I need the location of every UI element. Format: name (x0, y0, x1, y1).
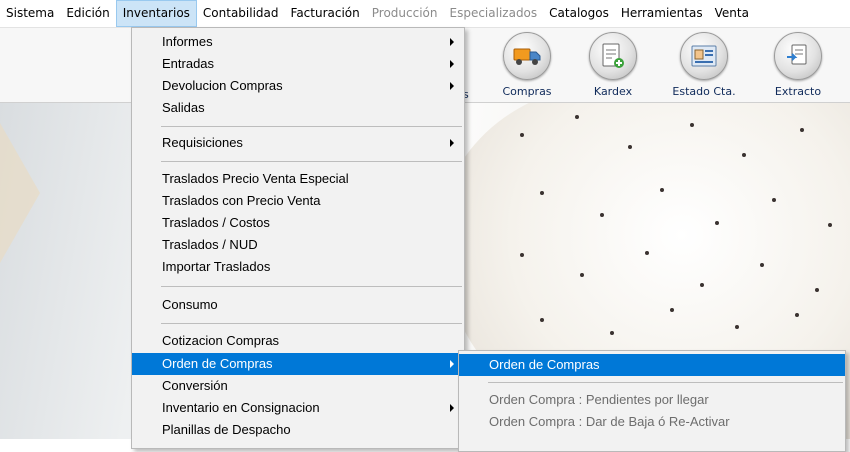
submenu-item-orden-de-compras[interactable]: Orden de Compras (459, 354, 845, 376)
menu-facturacion[interactable]: Facturación (285, 0, 366, 27)
menu-item-informes[interactable]: Informes (132, 31, 464, 53)
menu-venta[interactable]: Venta (709, 0, 755, 27)
menu-item-traslados-con-precio-venta[interactable]: Traslados con Precio Venta (132, 190, 464, 212)
toolbar-compras-button[interactable]: Compras (487, 32, 567, 98)
menu-item-traslados-precio-venta-especial[interactable]: Traslados Precio Venta Especial (132, 168, 464, 190)
menu-contabilidad[interactable]: Contabilidad (197, 0, 285, 27)
submenu-item-dar-de-baja-reactivar[interactable]: Orden Compra : Dar de Baja ó Re-Activar (459, 411, 845, 433)
menu-separator (161, 126, 462, 127)
account-statement-icon (691, 45, 717, 67)
extract-document-icon (787, 44, 807, 65)
submenu-arrow-icon (450, 60, 454, 68)
menu-separator (488, 382, 843, 383)
submenu-arrow-icon (450, 38, 454, 46)
toolbar-compras-label: Compras (502, 85, 552, 98)
menu-item-planillas-de-despacho[interactable]: Planillas de Despacho (132, 419, 464, 441)
menu-produccion[interactable]: Producción (366, 0, 444, 27)
submenu-arrow-icon (450, 139, 454, 147)
menu-item-conversion[interactable]: Conversión (132, 375, 464, 397)
orden-de-compras-submenu: Orden de Compras Orden Compra : Pendient… (458, 350, 846, 452)
menu-catalogos[interactable]: Catalogos (543, 0, 615, 27)
submenu-item-pendientes-por-llegar[interactable]: Orden Compra : Pendientes por llegar (459, 389, 845, 411)
submenu-arrow-icon (450, 360, 454, 368)
menu-inventarios[interactable]: Inventarios (115, 0, 197, 27)
toolbar-kardex-button[interactable]: Kardex (573, 32, 653, 98)
menu-item-requisiciones[interactable]: Requisiciones (132, 132, 464, 154)
menu-item-importar-traslados[interactable]: Importar Traslados (132, 256, 464, 278)
menu-sistema[interactable]: Sistema (0, 0, 60, 27)
toolbar-kardex-label: Kardex (593, 85, 633, 98)
menu-bar: Sistema Edición Inventarios Contabilidad… (0, 0, 850, 28)
toolbar-extracto-label: Extracto (774, 85, 822, 98)
submenu-arrow-icon (450, 404, 454, 412)
toolbar-extracto-button[interactable]: Extracto (758, 32, 838, 98)
menu-item-devolucion-compras[interactable]: Devolucion Compras (132, 75, 464, 97)
menu-item-inventario-en-consignacion[interactable]: Inventario en Consignacion (132, 397, 464, 419)
menu-herramientas[interactable]: Herramientas (615, 0, 709, 27)
menu-item-traslados-nud[interactable]: Traslados / NUD (132, 234, 464, 256)
submenu-arrow-icon (450, 82, 454, 90)
menu-item-salidas[interactable]: Salidas (132, 97, 464, 119)
menu-item-entradas[interactable]: Entradas (132, 53, 464, 75)
menu-separator (161, 286, 462, 287)
menu-item-cotizacion-compras[interactable]: Cotizacion Compras (132, 330, 464, 352)
inventarios-dropdown: Informes Entradas Devolucion Compras Sal… (131, 27, 465, 449)
toolbar-estado-cta-button[interactable]: Estado Cta. (664, 32, 744, 98)
menu-especializados[interactable]: Especializados (444, 0, 544, 27)
menu-separator (161, 323, 462, 324)
menu-edicion[interactable]: Edición (60, 0, 115, 27)
decorative-shape (0, 123, 40, 263)
menu-separator (161, 161, 462, 162)
toolbar-estado-cta-label: Estado Cta. (672, 85, 736, 98)
truck-icon (513, 48, 541, 65)
menu-item-orden-de-compras[interactable]: Orden de Compras (132, 353, 464, 375)
menu-item-traslados-costos[interactable]: Traslados / Costos (132, 212, 464, 234)
menu-item-consumo[interactable]: Consumo (132, 294, 464, 316)
kardex-document-icon (602, 43, 624, 68)
